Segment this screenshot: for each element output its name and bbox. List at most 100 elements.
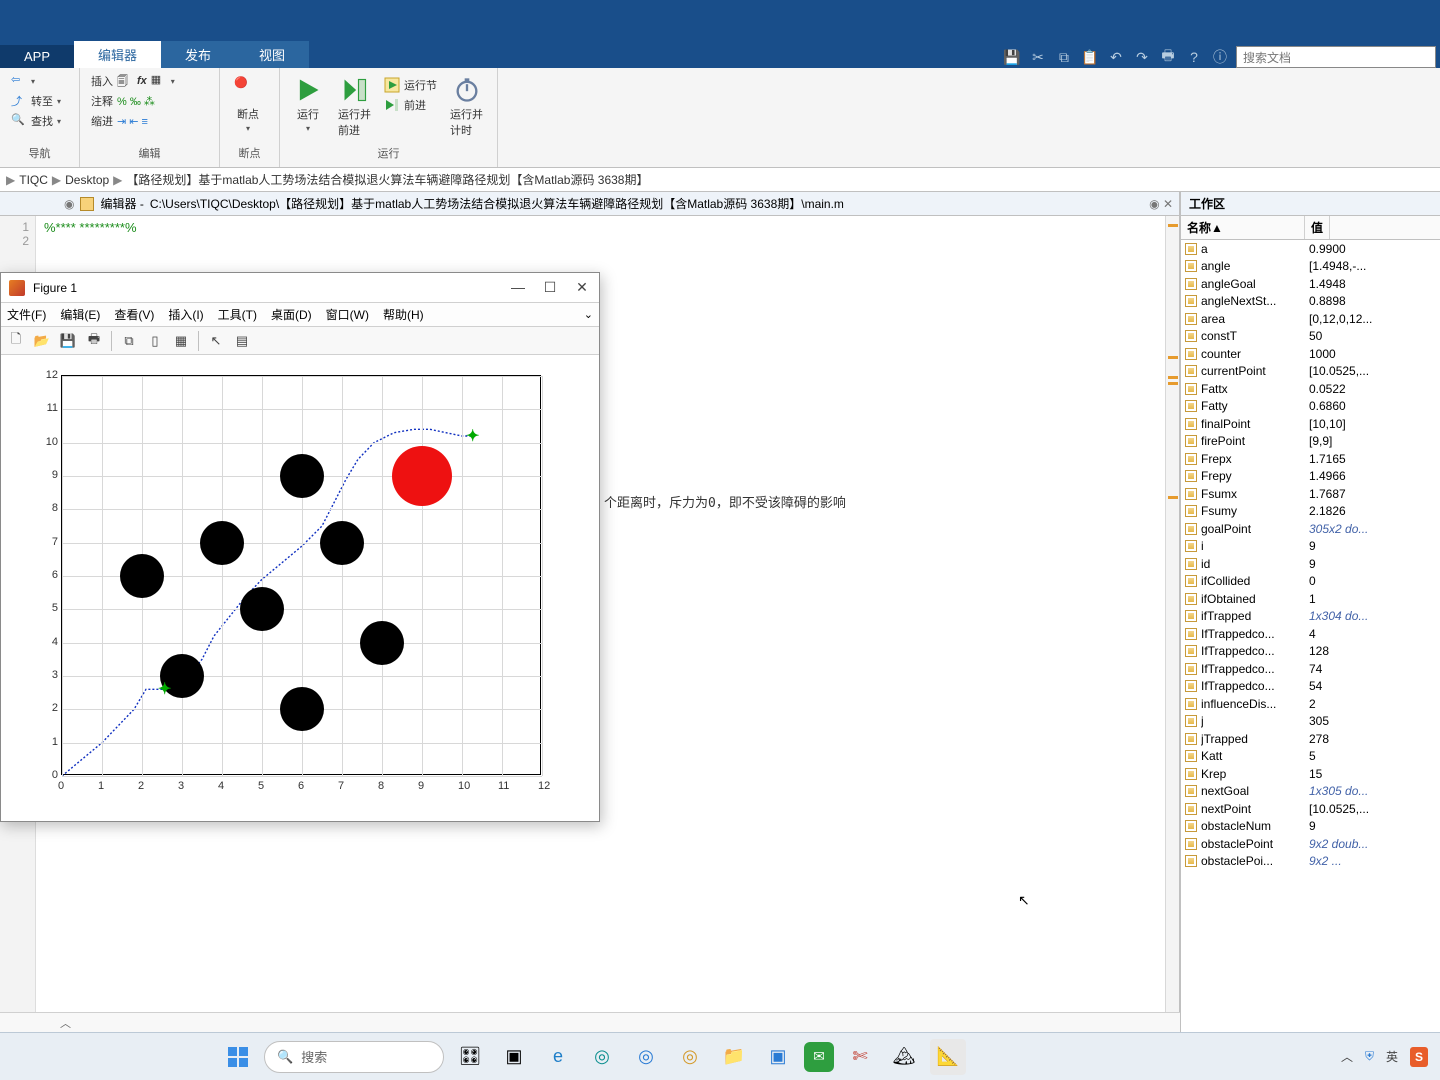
workspace-row[interactable]: ifCollided0 — [1181, 573, 1440, 591]
open-icon[interactable]: 📂 — [31, 330, 53, 352]
comment-button[interactable]: 注释 % ‰ ⁂ — [88, 92, 178, 110]
workspace-row[interactable]: IfTrappedco...74 — [1181, 660, 1440, 678]
breadcrumb-seg-1[interactable]: TIQC — [19, 173, 48, 187]
tab-view[interactable]: 视图 — [235, 41, 309, 68]
menu-desktop[interactable]: 桌面(D) — [271, 306, 312, 323]
explorer-icon[interactable]: 📁 — [716, 1039, 752, 1075]
menu-edit[interactable]: 编辑(E) — [60, 306, 100, 323]
workspace-row[interactable]: Fsumy2.1826 — [1181, 503, 1440, 521]
workspace-row[interactable]: obstaclePoi...9x2 ... — [1181, 853, 1440, 871]
workspace-row[interactable]: Fatty0.6860 — [1181, 398, 1440, 416]
copilot-icon[interactable]: 🎛 — [452, 1039, 488, 1075]
workspace-row[interactable]: ifObtained1 — [1181, 590, 1440, 608]
workspace-row[interactable]: nextPoint[10.0525,... — [1181, 800, 1440, 818]
paste-icon[interactable]: 📋 — [1080, 47, 1100, 67]
nav-back-button[interactable]: ⇦▾ — [8, 72, 64, 90]
run-time-button[interactable]: 运行并 计时 — [444, 72, 489, 142]
workspace-row[interactable]: area[0,12,0,12... — [1181, 310, 1440, 328]
workspace-row[interactable]: id9 — [1181, 555, 1440, 573]
app2-icon[interactable]: 🏔 — [886, 1039, 922, 1075]
workspace-row[interactable]: obstacleNum9 — [1181, 818, 1440, 836]
taskbar-search[interactable]: 🔍搜索 — [264, 1041, 444, 1073]
save-icon[interactable]: 💾 — [1002, 47, 1022, 67]
workspace-row[interactable]: a0.9900 — [1181, 240, 1440, 258]
workspace-row[interactable]: jTrapped278 — [1181, 730, 1440, 748]
edge1-icon[interactable]: ◎ — [584, 1039, 620, 1075]
minimize-icon[interactable]: — — [509, 279, 527, 296]
figure-titlebar[interactable]: Figure 1 — ☐ ✕ — [1, 273, 599, 303]
windows-taskbar[interactable]: 🔍搜索 🎛 ▣ e ◎ ◎ ◎ 📁 ▣ ✉ ✄ 🏔 📐 ︿ ⛨ 英 S — [0, 1032, 1440, 1080]
code-minimap[interactable] — [1165, 216, 1179, 1080]
workspace-col-name[interactable]: 名称▲ — [1181, 216, 1305, 239]
search-doc-input[interactable]: 搜索文档 — [1236, 46, 1436, 68]
menu-help[interactable]: 帮助(H) — [383, 306, 424, 323]
run-step-button[interactable]: 运行并 前进 — [332, 72, 377, 142]
app1-icon[interactable]: ▣ — [760, 1039, 796, 1075]
figure-toolbar[interactable]: 🗋 📂 💾 🖶 ⧉ ▯ ▦ ↖ ▤ — [1, 327, 599, 355]
workspace-row[interactable]: constT50 — [1181, 328, 1440, 346]
workspace-row[interactable]: counter1000 — [1181, 345, 1440, 363]
run-advance-button[interactable]: 前进 — [381, 96, 440, 114]
taskview-icon[interactable]: ▣ — [496, 1039, 532, 1075]
edge-legacy-icon[interactable]: e — [540, 1039, 576, 1075]
start-button[interactable] — [220, 1039, 256, 1075]
menu-view[interactable]: 查看(V) — [114, 306, 154, 323]
workspace-row[interactable]: angle[1.4948,-... — [1181, 258, 1440, 276]
workspace-row[interactable]: Frepx1.7165 — [1181, 450, 1440, 468]
breadcrumb-seg-3[interactable]: 【路径规划】基于matlab人工势场法结合模拟退火算法车辆避障路径规划【含Mat… — [126, 171, 648, 188]
pointer-icon[interactable]: ↖ — [205, 330, 227, 352]
copy-icon[interactable]: ⧉ — [1054, 47, 1074, 67]
tab-publish[interactable]: 发布 — [161, 41, 235, 68]
tile-icon[interactable]: ▦ — [170, 330, 192, 352]
workspace-row[interactable]: currentPoint[10.0525,... — [1181, 363, 1440, 381]
workspace-row[interactable]: Katt5 — [1181, 748, 1440, 766]
menu-file[interactable]: 文件(F) — [7, 306, 46, 323]
workspace-header[interactable]: 名称▲ 值 — [1181, 216, 1440, 240]
save-figure-icon[interactable]: 💾 — [57, 330, 79, 352]
workspace-row[interactable]: goalPoint305x2 do... — [1181, 520, 1440, 538]
breadcrumb-seg-2[interactable]: Desktop — [65, 173, 109, 187]
redo-icon[interactable]: ↷ — [1132, 47, 1152, 67]
info-icon[interactable]: ⓘ — [1210, 47, 1230, 67]
tab-editor[interactable]: 编辑器 — [74, 41, 161, 68]
workspace-row[interactable]: j305 — [1181, 713, 1440, 731]
workspace-row[interactable]: angleGoal1.4948 — [1181, 275, 1440, 293]
workspace-row[interactable]: angleNextSt...0.8898 — [1181, 293, 1440, 311]
figure-menubar[interactable]: 文件(F) 编辑(E) 查看(V) 插入(I) 工具(T) 桌面(D) 窗口(W… — [1, 303, 599, 327]
workspace-row[interactable]: Krep15 — [1181, 765, 1440, 783]
workspace-row[interactable]: IfTrappedco...4 — [1181, 625, 1440, 643]
print-figure-icon[interactable]: 🖶 — [83, 330, 105, 352]
figure-canvas[interactable]: 01234567891011120123456789101112✦✦ — [1, 355, 599, 821]
breakpoint-button[interactable]: 🔴断点▾ — [228, 72, 268, 137]
run-button[interactable]: 运行▾ — [288, 72, 328, 137]
menu-dropdown-icon[interactable]: ⌄ — [584, 308, 593, 321]
axes[interactable]: 01234567891011120123456789101112✦✦ — [61, 375, 541, 775]
snip-icon[interactable]: ✄ — [842, 1039, 878, 1075]
undo-icon[interactable]: ↶ — [1106, 47, 1126, 67]
sogou-ime-icon[interactable]: S — [1410, 1047, 1428, 1067]
ime-indicator[interactable]: 英 — [1386, 1048, 1398, 1065]
menu-insert[interactable]: 插入(I) — [168, 306, 203, 323]
run-section-button[interactable]: 运行节 — [381, 76, 440, 94]
wechat-icon[interactable]: ✉ — [804, 1042, 834, 1072]
indent-button[interactable]: 缩进 ⇥ ⇤ ≡ — [88, 112, 178, 130]
link-icon[interactable]: ▯ — [144, 330, 166, 352]
tray-expand-icon[interactable]: ︿ — [1341, 1048, 1353, 1065]
figure-window[interactable]: Figure 1 — ☐ ✕ 文件(F) 编辑(E) 查看(V) 插入(I) 工… — [0, 272, 600, 822]
workspace-row[interactable]: nextGoal1x305 do... — [1181, 783, 1440, 801]
workspace-row[interactable]: Fattx0.0522 — [1181, 380, 1440, 398]
nav-goto-button[interactable]: ⤴转至▾ — [8, 92, 64, 110]
cut-icon[interactable]: ✂ — [1028, 47, 1048, 67]
nav-find-button[interactable]: 🔍查找▾ — [8, 112, 64, 130]
menu-window[interactable]: 窗口(W) — [326, 306, 369, 323]
close-icon[interactable]: ✕ — [573, 279, 591, 296]
tray-security-icon[interactable]: ⛨ — [1365, 1049, 1374, 1064]
new-figure-icon[interactable]: 🗋 — [5, 330, 27, 352]
workspace-row[interactable]: ifTrapped1x304 do... — [1181, 608, 1440, 626]
workspace-row[interactable]: Frepy1.4966 — [1181, 468, 1440, 486]
workspace-row[interactable]: firePoint[9,9] — [1181, 433, 1440, 451]
workspace-row[interactable]: influenceDis...2 — [1181, 695, 1440, 713]
help-icon[interactable]: ? — [1184, 47, 1204, 67]
workspace-row[interactable]: obstaclePoint9x2 doub... — [1181, 835, 1440, 853]
workspace-col-value[interactable]: 值 — [1305, 216, 1330, 239]
